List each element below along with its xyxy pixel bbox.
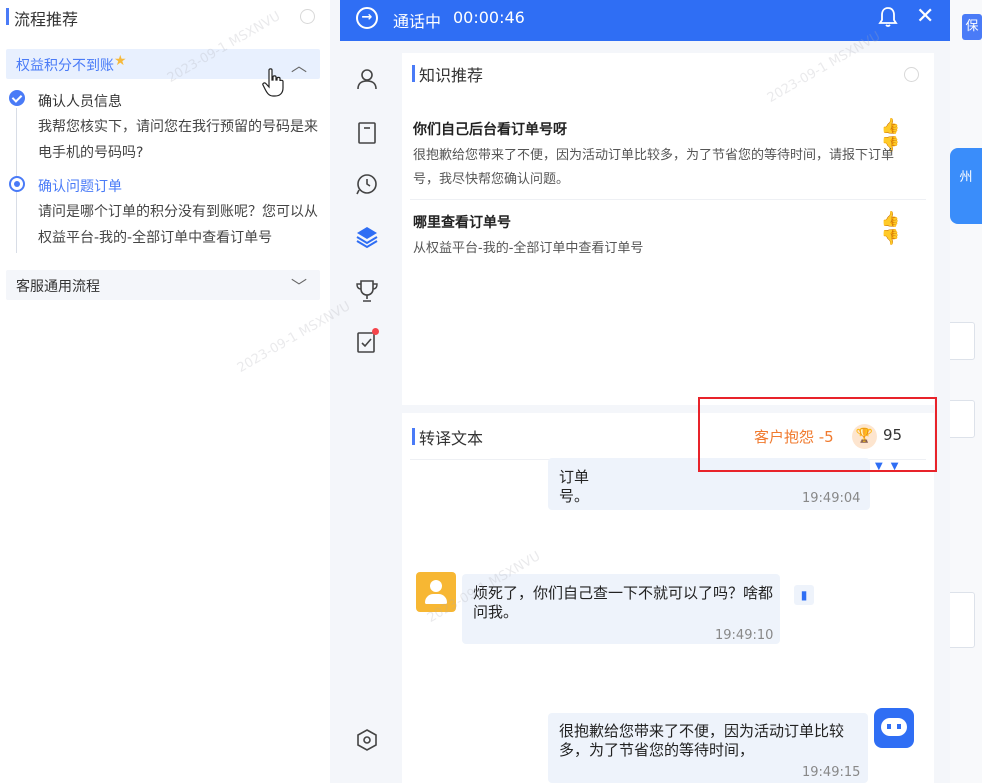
knowledge-title: 知识推荐: [419, 66, 484, 85]
flow-group-label: 客服通用流程: [16, 279, 100, 295]
save-button[interactable]: 保: [962, 14, 982, 40]
user-icon[interactable]: [355, 67, 379, 91]
flow-panel-title: 流程推荐: [14, 10, 79, 29]
call-header: → 通话中 00:00:46 ✕: [340, 0, 950, 41]
call-timer: 00:00:46: [453, 8, 525, 27]
step-done-icon: [9, 90, 25, 106]
title-accent-bar: [412, 428, 415, 445]
flow-group-collapsed[interactable]: 客服通用流程 ﹀: [6, 270, 320, 300]
side-tab[interactable]: 州: [950, 148, 982, 224]
tool-rail: [340, 41, 394, 783]
flow-panel-header: 流程推荐: [0, 0, 330, 34]
background-form-strip: [330, 0, 340, 783]
knowledge-answer: 很抱歉给您带来了不便，因为活动订单比较多，为了节省您的等待时间，请报下订单号，我…: [413, 148, 895, 187]
trophy-icon[interactable]: [355, 279, 379, 303]
message-time: 19:49:10: [715, 628, 774, 643]
call-panel: → 通话中 00:00:46 ✕ 知识推荐 你们自己后台看订单号呀 👍👎 很抱歉…: [340, 0, 950, 783]
message-time: 19:49:15: [802, 765, 861, 780]
chevron-up-icon[interactable]: ︿: [291, 52, 307, 76]
knowledge-recommend-card: 知识推荐 你们自己后台看订单号呀 👍👎 很抱歉给您带来了不便，因为活动订单比较多…: [402, 53, 934, 405]
step-current-icon: [9, 176, 25, 192]
chevron-down-icon[interactable]: ﹀: [291, 273, 307, 297]
layers-icon[interactable]: [355, 225, 379, 249]
knowledge-answer: 从权益平台-我的-全部订单中查看订单号: [413, 241, 644, 256]
robot-avatar: [874, 708, 914, 748]
message-text: 很抱歉给您带来了不便，因为活动订单比较多，为了节省您的等待时间，: [559, 722, 845, 759]
message-time: 19:49:04: [802, 491, 861, 506]
settings-hex-icon[interactable]: [355, 728, 379, 752]
search-icon[interactable]: [904, 67, 919, 82]
bell-icon[interactable]: [878, 6, 898, 33]
knowledge-question: 你们自己后台看订单号呀: [413, 122, 567, 138]
bookmark-icon[interactable]: [355, 121, 379, 145]
search-icon[interactable]: [300, 9, 315, 24]
transcript-title: 转译文本: [419, 429, 484, 448]
star-icon: ★: [114, 53, 127, 69]
message-text: 烦死了，你们自己查一下不就可以了吗？啥都问我。: [473, 584, 774, 621]
notification-dot: [372, 328, 379, 335]
knowledge-question: 哪里查看订单号: [413, 215, 511, 231]
divider: [410, 199, 926, 200]
title-accent-bar: [6, 8, 9, 25]
message-text: 订单号。: [559, 468, 590, 505]
step-script-text: 请问是哪个订单的积分没有到账呢？您可以从权益平台-我的-全部订单中查看订单号: [38, 204, 318, 246]
title-accent-bar: [412, 65, 415, 82]
headset-icon[interactable]: [355, 172, 379, 196]
bookmark-icon[interactable]: ▮: [794, 585, 814, 605]
flow-recommend-panel: 流程推荐 权益积分不到账 ★ ︿ 确认人员信息 我帮您核实下，请问您在我行预留的…: [0, 0, 330, 783]
arrow-right-circle-icon[interactable]: →: [356, 7, 378, 29]
highlight-box: [698, 397, 937, 472]
close-icon[interactable]: ✕: [916, 4, 934, 29]
checklist-icon[interactable]: [355, 328, 379, 354]
customer-avatar: [416, 572, 456, 612]
step-script-text: 我帮您核实下，请问您在我行预留的号码是来电手机的号码吗?: [38, 119, 318, 161]
call-status: 通话中: [393, 12, 442, 31]
flow-group-label: 权益积分不到账: [16, 58, 114, 74]
step-title[interactable]: 确认人员信息: [38, 91, 122, 111]
step-title[interactable]: 确认问题订单: [38, 176, 122, 196]
hand-cursor-icon: [262, 68, 284, 97]
